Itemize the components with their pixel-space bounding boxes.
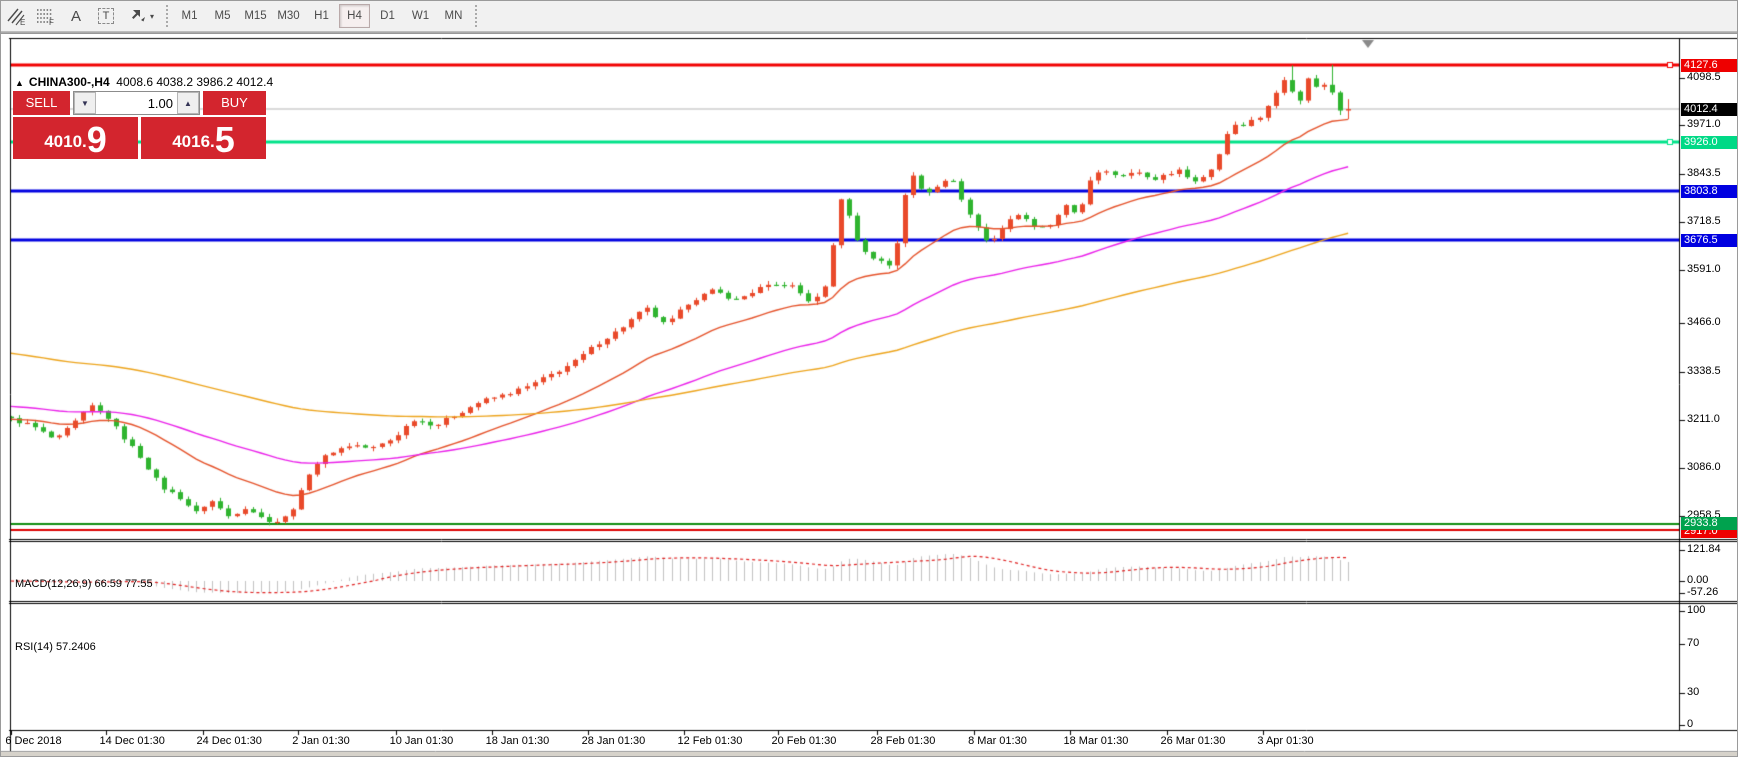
timeframe-button-m5[interactable]: M5 xyxy=(207,4,238,28)
buy-price[interactable]: 4016. 5 xyxy=(141,117,266,159)
volume-spinner: ▼ ▲ xyxy=(73,91,200,115)
svg-text:E: E xyxy=(20,18,25,26)
time-axis-label: 28 Jan 01:30 xyxy=(581,735,646,747)
ohlc-values: 4008.6 4038.2 3986.2 4012.4 xyxy=(116,75,274,89)
time-axis-label: 12 Feb 01:30 xyxy=(677,735,743,747)
macd-axis-tick: 0.00 xyxy=(1687,574,1709,586)
buy-button[interactable]: BUY xyxy=(203,91,266,115)
sell-button[interactable]: SELL xyxy=(13,91,70,115)
quote-header: ▲ CHINA300-,H4 4008.6 4038.2 3986.2 4012.… xyxy=(15,75,273,89)
time-axis-label: 6 Dec 2018 xyxy=(5,735,62,747)
timeframe-bar: M1 M5 M15 M30 H1 H4 D1 W1 MN xyxy=(173,4,470,28)
text-label-icon[interactable]: T xyxy=(91,4,121,28)
toolbar: E F A T ▾ M1 M5 M15 M30 H1 H4 D1 W1 MN xyxy=(1,1,1737,31)
time-axis-label: 14 Dec 01:30 xyxy=(99,735,165,747)
sell-price[interactable]: 4010. 9 xyxy=(13,117,138,159)
buy-price-pip: 5 xyxy=(214,119,235,160)
price-axis-tick: 3971.0 xyxy=(1687,118,1721,130)
time-axis-label: 28 Feb 01:30 xyxy=(870,735,936,747)
symbol-name: CHINA300-,H4 xyxy=(28,75,110,89)
time-axis-label: 24 Dec 01:30 xyxy=(196,735,262,747)
price-axis-badge: 3676.5 xyxy=(1681,234,1737,247)
timeframe-button-h1[interactable]: H1 xyxy=(306,4,337,28)
rsi-axis-tick: 0 xyxy=(1687,718,1694,730)
time-axis-label: 18 Jan 01:30 xyxy=(485,735,550,747)
window-bottom-edge xyxy=(1,752,1737,756)
price-axis-tick: 3466.0 xyxy=(1687,316,1721,328)
macd-indicator-label: MACD(12,26,9) 66.59 77.55 xyxy=(15,578,153,590)
price-axis-badge: 3926.0 xyxy=(1681,136,1737,149)
chevron-down-icon: ▾ xyxy=(149,11,154,21)
price-axis-tick: 3338.5 xyxy=(1687,365,1721,377)
arrows-icon[interactable]: ▾ xyxy=(121,4,161,28)
price-axis-badge: 2933.8 xyxy=(1681,517,1737,530)
toolbar-separator xyxy=(166,5,168,27)
macd-axis-tick: 121.84 xyxy=(1687,543,1721,555)
price-axis-badge: 4127.6 xyxy=(1681,59,1737,72)
macd-axis-tick: -57.26 xyxy=(1687,586,1719,598)
rsi-axis-tick: 100 xyxy=(1687,604,1706,616)
price-axis-tick: 4098.5 xyxy=(1687,71,1721,83)
rsi-indicator-label: RSI(14) 57.2406 xyxy=(15,641,96,653)
timeframe-button-m30[interactable]: M30 xyxy=(273,4,304,28)
time-axis-label: 20 Feb 01:30 xyxy=(771,735,837,747)
svg-text:F: F xyxy=(49,18,54,26)
toolbar-separator xyxy=(475,5,477,27)
price-axis-badge: 4012.4 xyxy=(1681,103,1737,116)
time-axis-label: 2 Jan 01:30 xyxy=(292,735,350,747)
time-axis-label: 10 Jan 01:30 xyxy=(389,735,454,747)
price-axis-tick: 3843.5 xyxy=(1687,167,1721,179)
timeframe-button-w1[interactable]: W1 xyxy=(405,4,436,28)
volume-increase-button[interactable]: ▲ xyxy=(177,92,199,114)
rsi-axis-tick: 30 xyxy=(1687,686,1700,698)
text-icon[interactable]: A xyxy=(61,4,91,28)
price-axis-badge: 3803.8 xyxy=(1681,185,1737,198)
sell-price-pip: 9 xyxy=(86,119,107,160)
timeframe-button-mn[interactable]: MN xyxy=(438,4,469,28)
fibonacci-icon[interactable]: F xyxy=(31,4,61,28)
one-click-trade-panel: SELL ▼ ▲ BUY 4010.9 4016.5 xyxy=(13,91,266,159)
timeframe-button-m15[interactable]: M15 xyxy=(240,4,271,28)
timeframe-button-h4[interactable]: H4 xyxy=(339,4,370,28)
time-axis-label: 26 Mar 01:30 xyxy=(1160,735,1226,747)
rsi-axis-tick: 70 xyxy=(1687,637,1700,649)
collapse-panel-arrow[interactable]: ▲ xyxy=(15,78,24,88)
price-axis-tick: 3211.0 xyxy=(1687,413,1720,425)
timeframe-button-d1[interactable]: D1 xyxy=(372,4,403,28)
price-axis-tick: 3591.0 xyxy=(1687,263,1721,275)
volume-decrease-button[interactable]: ▼ xyxy=(74,92,96,114)
mt4-window: E F A T ▾ M1 M5 M15 M30 H1 H4 D1 W1 MN ▲… xyxy=(0,0,1738,757)
time-axis-label: 3 Apr 01:30 xyxy=(1257,735,1314,747)
time-axis-label: 8 Mar 01:30 xyxy=(968,735,1027,747)
equidistant-channel-icon[interactable]: E xyxy=(1,4,31,28)
chart-window: ▲ CHINA300-,H4 4008.6 4038.2 3986.2 4012.… xyxy=(1,34,1737,756)
time-axis-label: 18 Mar 01:30 xyxy=(1063,735,1129,747)
volume-input[interactable] xyxy=(96,92,177,114)
sell-price-main: 4010 xyxy=(44,132,83,151)
price-axis-tick: 3086.0 xyxy=(1687,461,1721,473)
price-axis-tick: 3718.5 xyxy=(1687,215,1721,227)
timeframe-button-m1[interactable]: M1 xyxy=(174,4,205,28)
buy-price-main: 4016 xyxy=(172,132,211,151)
